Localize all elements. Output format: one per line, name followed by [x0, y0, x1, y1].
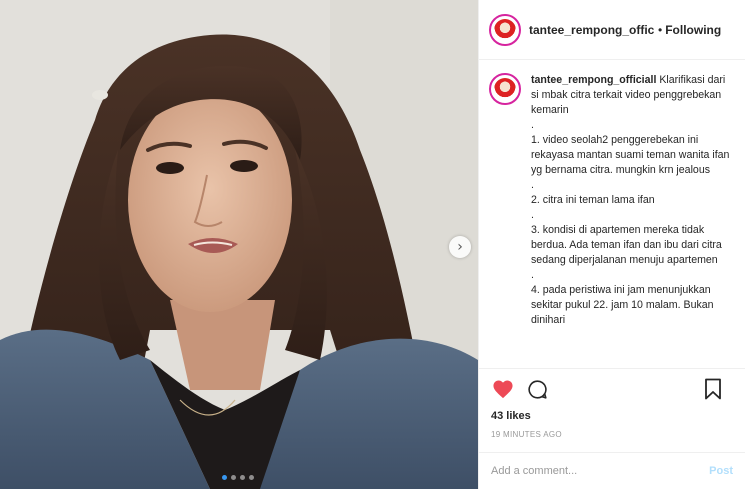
comment-input[interactable] [491, 464, 710, 477]
carousel-dot [249, 475, 254, 480]
caption-line: . [531, 119, 534, 131]
post-timestamp[interactable]: 19 MINUTES AGO [479, 430, 745, 439]
caption-text: tantee_rempong_officiall Klarifikasi dar… [531, 73, 735, 367]
video-frame [0, 0, 478, 489]
following-button[interactable]: Following [665, 23, 721, 37]
author-username[interactable]: tantee_rempong_officiall [529, 23, 655, 37]
comment-form: Post [479, 452, 745, 488]
post-header: tantee_rempong_officiall • Following [479, 0, 745, 60]
comment-button[interactable] [525, 377, 549, 401]
post-comment-button[interactable]: Post [709, 465, 733, 477]
caption-line: 2. citra ini teman lama ifan [531, 194, 655, 206]
carousel-dot [222, 475, 227, 480]
caption-area: tantee_rempong_officiall Klarifikasi dar… [479, 61, 745, 367]
post-media[interactable]: › [0, 0, 478, 489]
like-button[interactable] [491, 377, 515, 401]
caption-line: . [531, 269, 534, 281]
carousel-dot [240, 475, 245, 480]
caption-line: 3. kondisi di apartemen mereka tidak ber… [531, 224, 722, 266]
carousel-dot [231, 475, 236, 480]
caption-avatar[interactable] [489, 73, 521, 105]
carousel-indicator [222, 475, 254, 480]
speech-bubble-icon [527, 379, 547, 399]
heart-filled-icon [493, 380, 513, 399]
avatar[interactable] [489, 13, 521, 46]
bookmark-icon [705, 378, 721, 400]
header-separator: • [658, 22, 663, 37]
post-actions: 43 likes 19 MINUTES AGO Post [479, 368, 745, 488]
caption-username[interactable]: tantee_rempong_officiall [531, 74, 656, 86]
caption-line: . [531, 209, 534, 221]
action-bar [479, 369, 745, 409]
post-side-panel: tantee_rempong_officiall • Following tan… [478, 0, 745, 489]
caption-line: 1. video seolah2 penggerebekan ini rekay… [531, 134, 730, 176]
caption-line: . [531, 179, 534, 191]
chevron-right-icon: › [457, 239, 463, 255]
save-button[interactable] [701, 377, 725, 401]
next-media-button[interactable]: › [449, 236, 471, 258]
caption-line: 4. pada peristiwa ini jam menunjukkan se… [531, 284, 714, 326]
like-count[interactable]: 43 likes [479, 410, 745, 422]
